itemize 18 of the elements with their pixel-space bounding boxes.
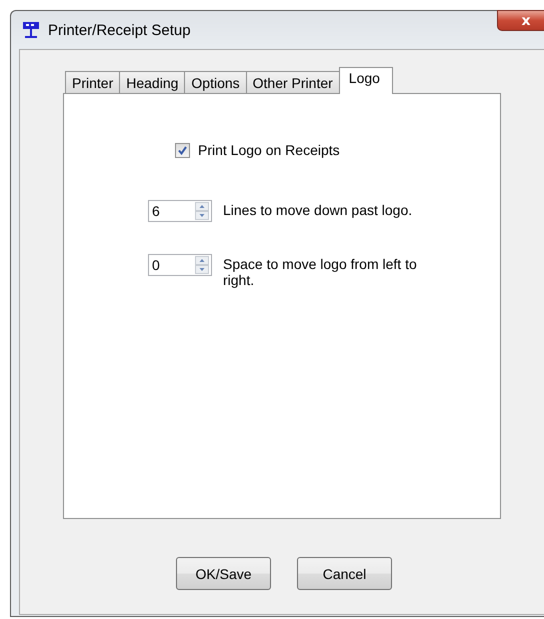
- printer-icon: [22, 21, 40, 39]
- tab[interactable]: Heading: [119, 71, 186, 93]
- tab[interactable]: Logo: [338, 67, 393, 94]
- spin-arrows-icon[interactable]: [195, 256, 209, 274]
- close-button[interactable]: x: [497, 10, 544, 31]
- checkbox[interactable]: [175, 142, 190, 158]
- spinner-label: Space to move logo from left to right.: [223, 255, 418, 288]
- tab[interactable]: Other Printer: [246, 71, 340, 93]
- tab[interactable]: Printer: [65, 71, 120, 93]
- dialog-button[interactable]: Cancel: [297, 557, 392, 590]
- dialog-button[interactable]: OK/Save: [176, 557, 271, 590]
- tab[interactable]: Options: [184, 71, 247, 93]
- spinner-label: Lines to move down past logo.: [223, 201, 414, 218]
- checkbox-label: Print Logo on Receipts: [198, 142, 340, 158]
- number-spinner[interactable]: 0: [148, 254, 212, 276]
- window-title: Printer/Receipt Setup: [48, 22, 191, 38]
- spin-arrows-icon[interactable]: [195, 202, 209, 220]
- number-spinner[interactable]: 6: [148, 200, 212, 222]
